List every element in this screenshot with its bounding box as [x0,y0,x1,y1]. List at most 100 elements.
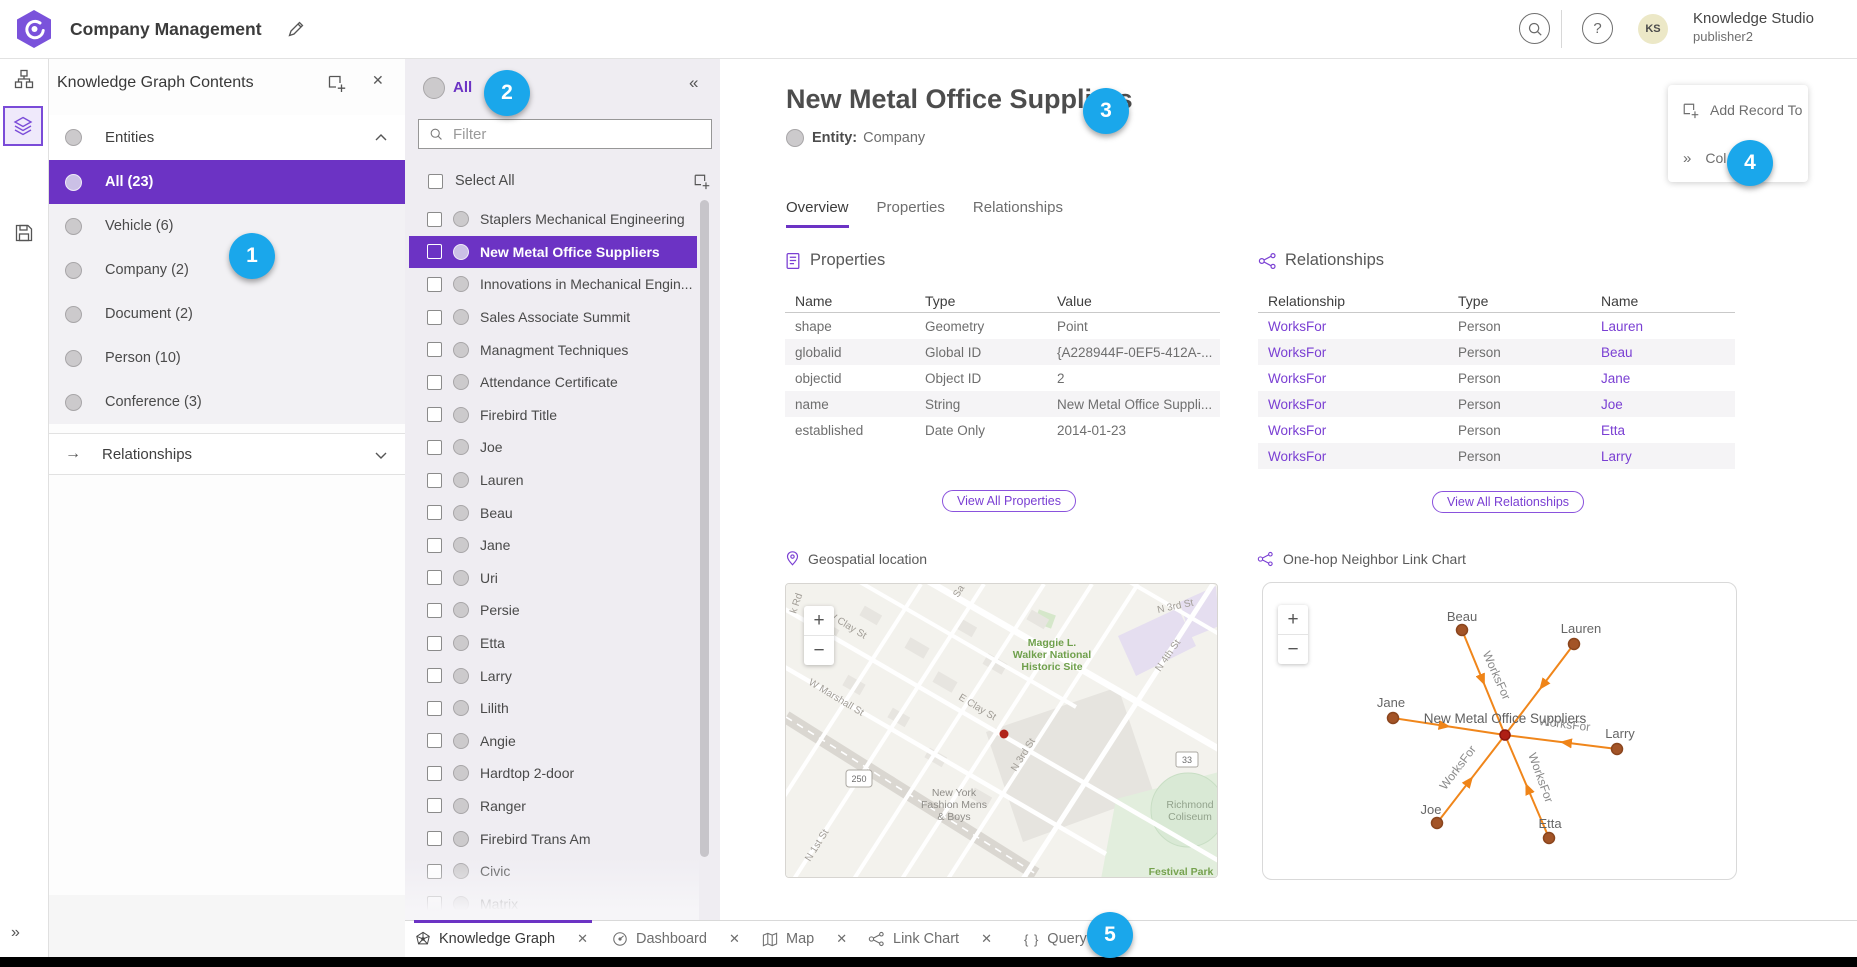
item-checkbox[interactable] [427,440,442,455]
help-button[interactable]: ? [1582,13,1613,44]
item-checkbox[interactable] [427,375,442,390]
entity-type-row[interactable]: Document (2) [48,292,405,336]
save-icon[interactable] [14,223,34,243]
center-node[interactable] [1500,730,1510,740]
edit-title-icon[interactable] [287,20,305,38]
list-item[interactable]: Jane [405,529,705,562]
entity-type-row[interactable]: All (23) [48,160,405,204]
list-item[interactable]: Persie [405,594,705,627]
item-checkbox[interactable] [427,310,442,325]
expand-rail-icon[interactable]: » [11,924,20,942]
list-scrollbar[interactable] [700,200,709,857]
layers-tool-selected[interactable] [3,106,43,146]
view-all-properties-button[interactable]: View All Properties [942,490,1076,512]
user-block[interactable]: Knowledge Studio publisher2 [1693,10,1814,45]
item-checkbox[interactable] [427,733,442,748]
list-item[interactable]: Etta [405,627,705,660]
chevron-down-icon[interactable] [374,451,388,460]
relationship-name-link[interactable]: Beau [1601,345,1743,360]
zoom-in-button[interactable]: + [1278,605,1308,635]
avatar[interactable]: KS [1638,14,1668,44]
item-checkbox[interactable] [427,766,442,781]
zoom-out-button[interactable]: − [804,636,834,665]
relationship-name-link[interactable]: Joe [1601,397,1743,412]
menu-item-add-record-to[interactable]: Add Record To [1668,95,1808,125]
item-checkbox[interactable] [427,505,442,520]
list-item[interactable]: Hardtop 2-door [405,757,705,790]
relationship-name-link[interactable]: Lauren [1601,319,1743,334]
entities-section-header[interactable]: Entities [48,115,405,160]
one-hop-link-chart[interactable]: Beau Lauren Jane Larry Joe Etta New Meta… [1262,582,1737,880]
relationship-name-link[interactable]: Larry [1601,449,1743,464]
item-checkbox[interactable] [427,668,442,683]
close-tab-icon[interactable]: ✕ [577,931,588,947]
relationships-section-header[interactable]: → Relationships [48,433,405,475]
filter-input[interactable] [451,125,711,144]
list-item[interactable]: Ranger [405,790,705,823]
item-checkbox[interactable] [427,538,442,553]
geospatial-map[interactable]: 250 33 k Rd W Clay St Sa W Marshall St E… [785,583,1218,878]
search-button[interactable] [1519,13,1550,44]
data-model-icon[interactable] [14,69,34,89]
add-record-icon[interactable] [693,173,710,190]
tab-map[interactable]: Map ✕ [762,921,847,957]
select-all-row[interactable]: Select All [405,166,720,196]
relationship-link[interactable]: WorksFor [1268,319,1458,334]
relationship-name-link[interactable]: Jane [1601,371,1743,386]
item-checkbox[interactable] [427,798,442,813]
item-checkbox[interactable] [427,473,442,488]
relationship-name-link[interactable]: Etta [1601,423,1743,438]
item-checkbox[interactable] [427,701,442,716]
entity-type-row[interactable]: Vehicle (6) [48,204,405,248]
close-tab-icon[interactable]: ✕ [836,931,847,947]
relationship-link[interactable]: WorksFor [1268,423,1458,438]
list-item[interactable]: Lauren [405,464,705,497]
tab-link-chart[interactable]: Link Chart ✕ [868,921,992,957]
item-checkbox[interactable] [427,570,442,585]
list-item[interactable]: New Metal Office Suppliers [409,236,697,269]
entity-type-row[interactable]: Conference (3) [48,380,405,424]
list-item[interactable]: Sales Associate Summit [405,301,705,334]
relationship-link[interactable]: WorksFor [1268,371,1458,386]
tab-knowledge-graph[interactable]: Knowledge Graph ✕ [415,921,588,957]
entity-type-row[interactable]: Person (10) [48,336,405,380]
collapse-panel-icon[interactable]: « [689,73,698,93]
item-checkbox[interactable] [427,244,442,259]
list-item[interactable]: Beau [405,496,705,529]
zoom-out-button[interactable]: − [1278,635,1308,664]
item-checkbox[interactable] [427,277,442,292]
item-checkbox[interactable] [427,407,442,422]
tab-relationships[interactable]: Relationships [973,199,1063,228]
list-item[interactable]: Joe [405,431,705,464]
select-all-checkbox[interactable] [428,174,443,189]
close-tab-icon[interactable]: ✕ [981,931,992,947]
list-item[interactable]: Managment Techniques [405,333,705,366]
list-item[interactable]: Lilith [405,692,705,725]
item-checkbox[interactable] [427,636,442,651]
list-item[interactable]: Innovations in Mechanical Engin... [405,268,705,301]
item-checkbox[interactable] [427,831,442,846]
relationship-link[interactable]: WorksFor [1268,397,1458,412]
map-zoom-control[interactable]: + − [804,606,834,665]
chevron-up-icon[interactable] [374,133,388,142]
list-item[interactable]: Uri [405,562,705,595]
filter-box[interactable] [418,119,712,149]
tab-overview[interactable]: Overview [786,199,849,228]
list-item[interactable]: Firebird Trans Am [405,822,705,855]
chart-zoom-control[interactable]: + − [1278,605,1308,664]
close-panel-icon[interactable]: ✕ [372,72,384,89]
item-checkbox[interactable] [427,603,442,618]
item-checkbox[interactable] [427,342,442,357]
entity-type-row[interactable]: Company (2) [48,248,405,292]
list-item[interactable]: Staplers Mechanical Engineering [405,203,705,236]
add-record-icon[interactable] [327,74,346,93]
list-item[interactable]: Angie [405,725,705,758]
relationship-link[interactable]: WorksFor [1268,449,1458,464]
tab-properties[interactable]: Properties [877,199,945,228]
view-all-relationships-button[interactable]: View All Relationships [1432,491,1584,513]
list-item[interactable]: Larry [405,659,705,692]
item-checkbox[interactable] [427,212,442,227]
tab-dashboard[interactable]: Dashboard ✕ [612,921,740,957]
close-tab-icon[interactable]: ✕ [729,931,740,947]
list-item[interactable]: Firebird Title [405,399,705,432]
